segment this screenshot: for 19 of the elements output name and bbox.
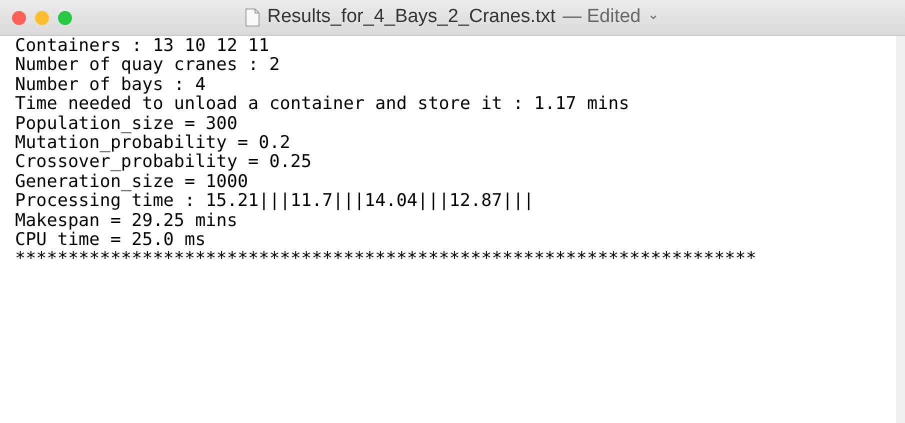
text-line: Number of quay cranes : 2 [15,56,280,76]
text-line: CPU time = 25.0 ms [15,231,206,250]
text-line: Time needed to unload a container and store it : 1.17 mins [15,95,630,115]
text-line: Containers : 13 10 12 11 [15,37,270,56]
text-line: Makespan = 29.25 mins [15,212,238,232]
text-line: Crossover_probability = 0.25 [15,153,312,173]
text-line: Mutation_probability = 0.2 [15,134,290,154]
close-button[interactable] [12,10,26,24]
window-title: Results_for_4_Bays_2_Cranes.txt [267,5,556,30]
minimize-button[interactable] [35,10,49,24]
zoom-button[interactable] [58,10,72,24]
text-line: Generation_size = 1000 [15,172,248,192]
document-icon [245,8,260,27]
text-line: Population_size = 300 [15,114,238,134]
text-line: ********************************************************************** [15,250,756,270]
edited-status: — Edited [562,5,641,30]
text-line: Number of bays : 4 [15,76,206,96]
text-line: Processing time : 15.21|||11.7|||14.04|||12.87||| [15,192,534,212]
menu-caret[interactable]: ⌄ [648,4,660,25]
